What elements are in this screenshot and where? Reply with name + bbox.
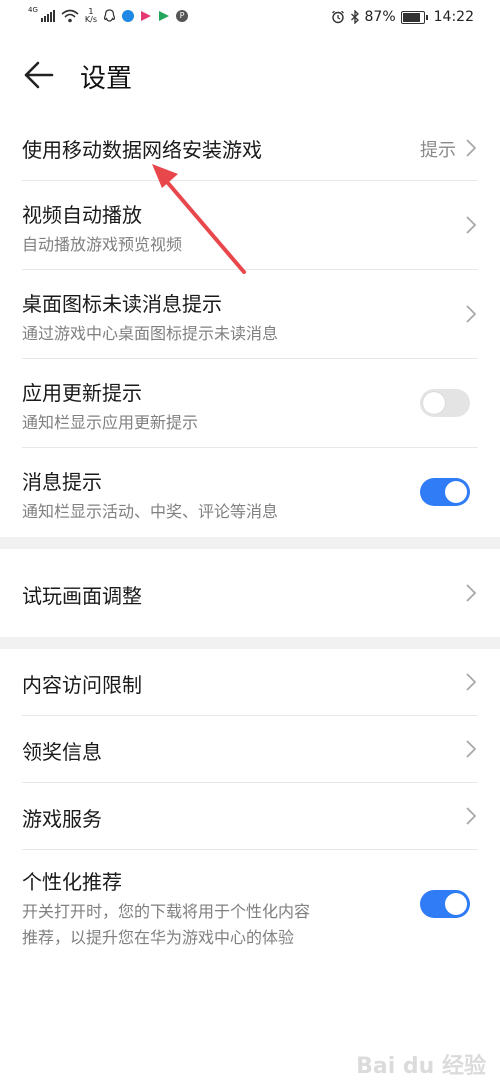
play-icon: [159, 11, 169, 21]
setting-app-update-notice: 应用更新提示 通知栏显示应用更新提示: [0, 359, 500, 447]
wifi-icon: [61, 9, 79, 23]
setting-personalized-recommendation: 个性化推荐 开关打开时，您的下载将用于个性化内容 推荐，以提升您在华为游戏中心的…: [0, 850, 500, 960]
chevron-right-icon: [466, 740, 476, 758]
clock: 14:22: [433, 9, 474, 25]
status-bar: 4G 1 K/s P 87% 14:22: [0, 0, 500, 36]
setting-subtitle-line2: 推荐，以提升您在华为游戏中心的体验: [22, 928, 295, 947]
chevron-right-icon: [466, 807, 476, 825]
watermark: Bai du 经验: [356, 1054, 486, 1079]
setting-subtitle: 通知栏显示活动、中奖、评论等消息: [22, 502, 279, 521]
chevron-right-icon: [466, 305, 476, 323]
setting-message-notice: 消息提示 通知栏显示活动、中奖、评论等消息: [0, 448, 500, 536]
setting-value-hint: 提示: [420, 140, 456, 161]
personalized-recommendation-toggle[interactable]: [420, 890, 470, 918]
setting-content-restriction[interactable]: 内容访问限制: [0, 649, 500, 715]
network-type: 4G: [28, 6, 38, 14]
setting-title: 桌面图标未读消息提示: [22, 292, 222, 316]
browser-icon: [122, 10, 134, 22]
battery-icon: [400, 10, 428, 24]
setting-title: 个性化推荐: [22, 870, 122, 894]
qq-icon: [103, 9, 116, 22]
page-title: 设置: [80, 64, 133, 94]
app-update-toggle[interactable]: [420, 389, 470, 417]
section-gap: [0, 637, 500, 649]
chevron-right-icon: [466, 584, 476, 602]
section-gap: [0, 537, 500, 549]
setting-prize-info[interactable]: 领奖信息: [0, 716, 500, 782]
setting-title: 领奖信息: [22, 740, 102, 764]
setting-game-services[interactable]: 游戏服务: [0, 783, 500, 849]
status-right: 87% 14:22: [331, 9, 474, 25]
app-bar: 设置: [0, 44, 500, 108]
p-icon: P: [176, 10, 188, 22]
message-notice-toggle[interactable]: [420, 478, 470, 506]
speed-unit: K/s: [84, 15, 97, 24]
chevron-right-icon: [466, 673, 476, 691]
status-left: 4G 1 K/s P: [28, 6, 188, 24]
toggle-knob: [423, 392, 445, 414]
setting-title: 应用更新提示: [22, 381, 142, 405]
chevron-right-icon: [466, 216, 476, 234]
video-icon: [141, 11, 151, 21]
setting-subtitle-line1: 开关打开时，您的下载将用于个性化内容: [22, 902, 311, 921]
bluetooth-icon: [350, 10, 359, 24]
setting-title: 视频自动播放: [22, 203, 142, 227]
signal-icon: [40, 10, 55, 22]
setting-desktop-badge[interactable]: 桌面图标未读消息提示 通过游戏中心桌面图标提示未读消息: [0, 270, 500, 358]
setting-title: 内容访问限制: [22, 673, 142, 697]
setting-title: 游戏服务: [22, 807, 102, 831]
toggle-knob: [445, 893, 467, 915]
back-arrow-icon[interactable]: [22, 58, 56, 92]
battery-percent: 87%: [364, 9, 396, 25]
alarm-icon: [331, 10, 344, 24]
annotation-arrow-icon: [152, 164, 246, 274]
setting-title: 试玩画面调整: [22, 584, 142, 608]
setting-title: 消息提示: [22, 470, 102, 494]
network-speed: 1 K/s: [85, 8, 97, 24]
toggle-knob: [445, 481, 467, 503]
setting-subtitle: 通知栏显示应用更新提示: [22, 413, 199, 432]
chevron-right-icon: [466, 139, 476, 157]
setting-subtitle: 通过游戏中心桌面图标提示未读消息: [22, 324, 279, 343]
setting-trial-display[interactable]: 试玩画面调整: [0, 549, 500, 637]
